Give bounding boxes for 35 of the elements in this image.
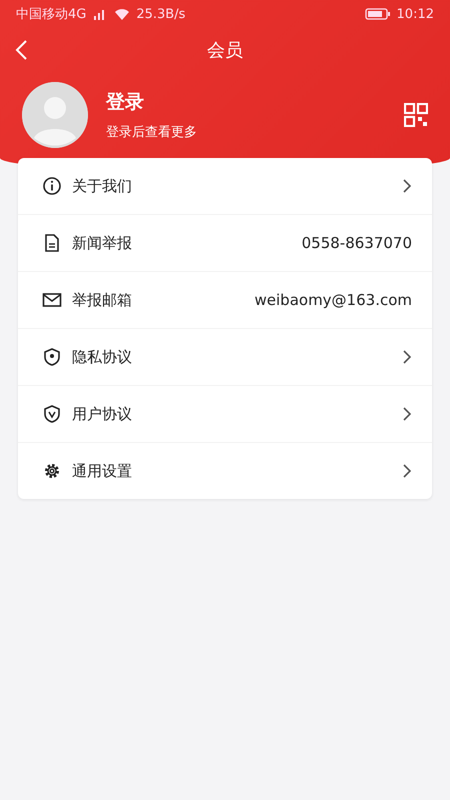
login-link[interactable]: 登录	[106, 89, 386, 115]
info-icon	[42, 176, 62, 196]
menu-item[interactable]: 用户协议	[18, 386, 432, 443]
chevron-icon	[402, 406, 412, 422]
menu-value: weibaomy@163.com	[254, 291, 412, 309]
document-icon	[42, 233, 62, 253]
menu-label: 通用设置	[72, 462, 133, 480]
menu-label: 新闻举报	[72, 234, 133, 252]
menu-label: 隐私协议	[72, 348, 133, 366]
shield-icon	[42, 404, 62, 424]
gear-icon	[42, 461, 62, 481]
chevron-icon	[402, 178, 412, 194]
menu-value: 0558-8637070	[302, 234, 412, 252]
carrier-text: 中国移动4G	[16, 6, 86, 23]
menu-label: 用户协议	[72, 404, 133, 424]
shield-icon	[42, 347, 62, 367]
mail-icon	[42, 290, 62, 310]
menu-item[interactable]: 隐私协议	[18, 329, 432, 386]
chevron-icon	[402, 349, 412, 365]
menu-label: 关于我们	[72, 176, 133, 196]
menu-item[interactable]: 举报邮箱 weibaomy@163.com	[18, 272, 432, 329]
wifi-icon	[114, 8, 130, 20]
menu-item[interactable]: 通用设置	[18, 443, 432, 499]
network-speed: 25.3B/s	[136, 6, 186, 22]
avatar[interactable]	[22, 82, 88, 148]
qr-code-button[interactable]	[404, 103, 428, 127]
menu-label: 举报邮箱	[72, 290, 133, 310]
menu-item[interactable]: 关于我们	[18, 158, 432, 215]
login-hint: 登录后查看更多	[106, 124, 198, 141]
clock: 10:12	[396, 6, 434, 22]
battery-icon	[364, 8, 391, 20]
page-title: 会员	[207, 40, 243, 61]
back-button[interactable]	[14, 39, 28, 61]
menu-item[interactable]: 新闻举报 0558-8637070	[18, 215, 432, 272]
chevron-icon	[402, 463, 412, 479]
